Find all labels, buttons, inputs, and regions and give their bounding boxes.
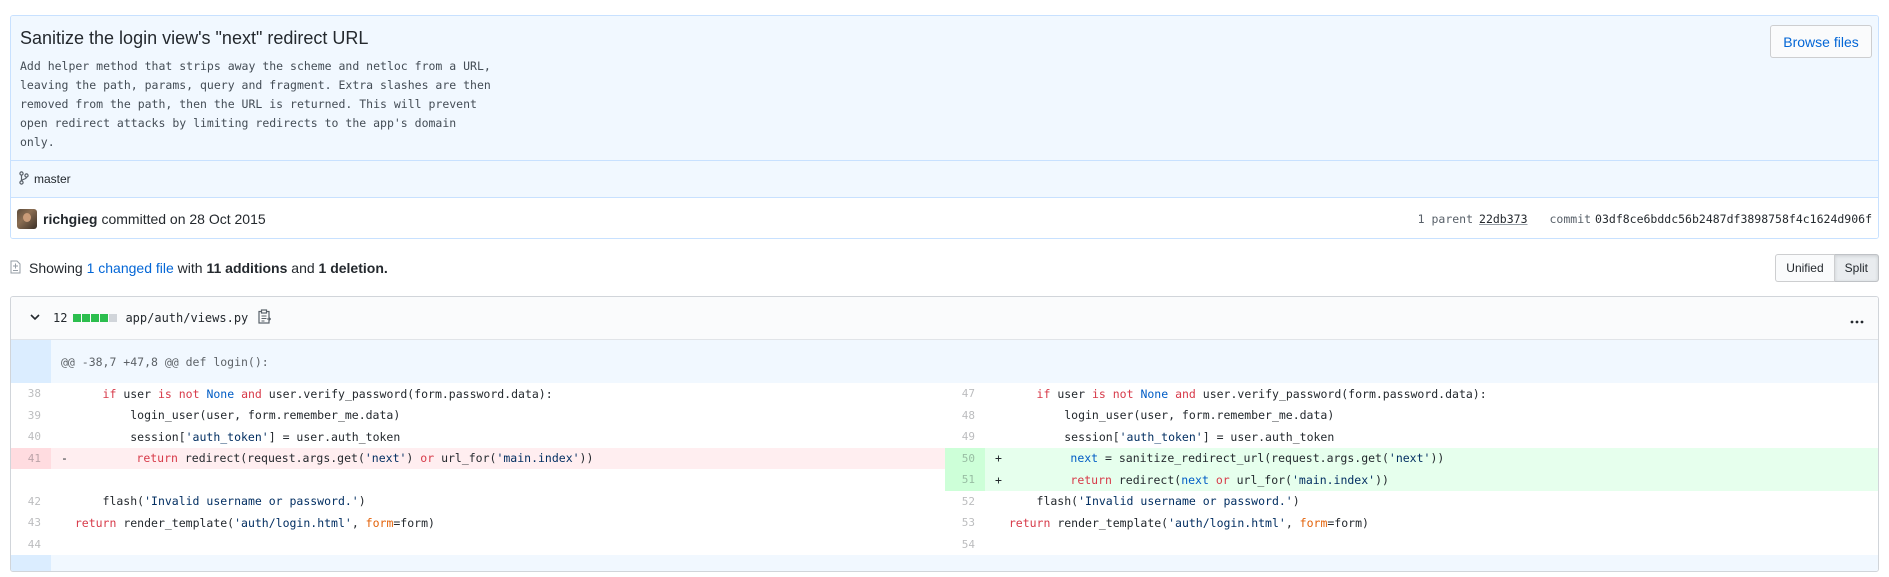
commit-description-line: Add helper method that strips away the s…: [20, 59, 491, 73]
code-line-empty: [51, 469, 945, 491]
hunk-footer-row: [11, 555, 1878, 571]
diff-row: 43 return render_template('auth/login.ht…: [11, 512, 1878, 534]
line-number-right[interactable]: 52: [945, 491, 985, 513]
diff-row: 38 if user is not None and user.verify_p…: [11, 383, 1878, 405]
author-link[interactable]: richgieg: [43, 211, 97, 227]
diff-row: 42 flash('Invalid username or password.'…: [11, 491, 1878, 513]
additions-count: 11 additions: [206, 260, 288, 276]
diff-row: 40 session['auth_token'] = user.auth_tok…: [11, 426, 1878, 448]
code-line-left: return render_template('auth/login.html'…: [74, 515, 435, 530]
commit-sha-block: 1 parent 22db373 commit 03df8ce6bddc56b24…: [1417, 198, 1873, 238]
branch-link[interactable]: master: [34, 172, 71, 186]
parent-label: 1 parent: [1417, 212, 1474, 226]
commit-description: Add helper method that strips away the s…: [20, 57, 491, 152]
line-number-left[interactable]: 40: [11, 426, 51, 448]
avatar[interactable]: [17, 208, 37, 229]
commit-sha: commit 03df8ce6bddc56b2487df3898758f4c162…: [1550, 212, 1873, 226]
commit-date: committed on 28 Oct 2015: [101, 210, 266, 227]
code-line-left: if user is not None and user.verify_pass…: [102, 386, 553, 401]
line-number-right[interactable]: 48: [945, 405, 985, 427]
change-count: 12: [53, 311, 68, 325]
code-line-added: + return redirect(next or url_for('main.…: [985, 469, 1878, 491]
code-line-left: session['auth_token'] = user.auth_token: [61, 429, 401, 444]
code-line-right: flash('Invalid username or password.'): [995, 494, 1300, 509]
commit-label: commit: [1549, 212, 1592, 226]
file-diff-icon: [10, 260, 21, 277]
diffstat-block-added: [82, 314, 91, 322]
commit-title: Sanitize the login view's "next" redirec…: [20, 28, 369, 48]
file-path-link[interactable]: app/auth/views.py: [125, 311, 248, 325]
diff-summary-toolbar: Showing 1 changed file with 11 additions…: [10, 253, 1879, 283]
line-number-right[interactable]: 49: [945, 426, 985, 448]
code-line-right: session['auth_token'] = user.auth_token: [995, 429, 1335, 444]
diff-summary: Showing 1 changed file with 11 additions…: [29, 260, 388, 276]
line-number-right-added[interactable]: 51: [945, 469, 985, 491]
diffstat-block-added: [73, 314, 82, 322]
code-line-added: + next = sanitize_redirect_url(request.a…: [985, 447, 1878, 469]
diff-row: 51 + return redirect(next or url_for('ma…: [11, 469, 1878, 491]
line-number-left[interactable]: 38: [11, 383, 51, 405]
split-button[interactable]: Split: [1834, 254, 1879, 282]
kebab-icon[interactable]: [1850, 311, 1864, 327]
diff-row: 41 - return redirect(request.args.get('n…: [11, 447, 1878, 469]
fold-icon[interactable]: [11, 555, 51, 571]
line-number-left-deleted[interactable]: 41: [11, 447, 51, 469]
clipboard-icon[interactable]: [258, 309, 272, 327]
hunk-header-row: @@ -38,7 +47,8 @@ def login():: [11, 340, 1878, 383]
unified-button[interactable]: Unified: [1775, 254, 1835, 282]
line-number-right[interactable]: 54: [945, 534, 985, 556]
branch-icon: [19, 170, 34, 188]
diffstat-block-neutral: [109, 314, 118, 322]
line-number-right[interactable]: 53: [945, 512, 985, 534]
code-line-right: if user is not None and user.verify_pass…: [1036, 386, 1487, 401]
code-line-left: login_user(user, form.remember_me.data): [61, 408, 401, 423]
parent-sha-link[interactable]: 22db373: [1479, 212, 1527, 226]
code-line-left: [51, 534, 945, 556]
diff-row: 44 54: [11, 534, 1878, 556]
commit-meta: richgieg committed on 28 Oct 2015 1 pare…: [11, 197, 1878, 238]
diff-table: @@ -38,7 +47,8 @@ def login(): 38 if use…: [11, 340, 1878, 571]
code-line-right: return render_template('auth/login.html'…: [1008, 515, 1369, 530]
diff-view-toggle: Unified Split: [1775, 254, 1879, 282]
commit-description-line: removed from the path, then the URL is r…: [20, 97, 477, 111]
line-number-right[interactable]: 47: [945, 383, 985, 405]
line-number-right-added[interactable]: 50: [945, 447, 985, 469]
summary-with: with: [177, 260, 203, 276]
code-line-left: flash('Invalid username or password.'): [61, 494, 366, 509]
commit-header: Sanitize the login view's "next" redirec…: [11, 16, 1878, 197]
summary-and: and: [291, 260, 315, 276]
diff-row: 39 login_user(user, form.remember_me.dat…: [11, 405, 1878, 427]
changed-files-link[interactable]: 1 changed file: [87, 260, 174, 276]
summary-showing: Showing: [29, 260, 83, 276]
diffstat-bar: [73, 314, 118, 322]
file-diff: 12 app/auth/views.py @@ -38,7 +47,8 @@ d…: [10, 296, 1879, 572]
hunk-header: @@ -38,7 +47,8 @@ def login():: [51, 340, 1878, 383]
commit-branches: master: [11, 160, 1878, 197]
commit-sha-value: 03df8ce6bddc56b2487df3898758f4c1624d906f: [1595, 212, 1872, 226]
code-line-right: login_user(user, form.remember_me.data): [995, 408, 1335, 423]
commit-description-line: leaving the path, params, query and frag…: [20, 78, 491, 92]
line-number-left-empty: [11, 469, 51, 491]
file-header: 12 app/auth/views.py: [11, 297, 1878, 340]
summary-period: .: [383, 260, 388, 276]
commit-description-line: only.: [20, 135, 55, 149]
line-number-left[interactable]: 39: [11, 405, 51, 427]
hunk-footer: [51, 555, 1878, 571]
chevron-down-icon[interactable]: [29, 310, 41, 326]
code-line-right: [985, 534, 1878, 556]
line-number-left[interactable]: 44: [11, 534, 51, 556]
line-number-left[interactable]: 42: [11, 491, 51, 513]
commit-description-line: open redirect attacks by limiting redire…: [20, 116, 457, 130]
diffstat-block-added: [91, 314, 100, 322]
browse-files-button[interactable]: Browse files: [1770, 25, 1872, 58]
deletions-count: 1 deletion: [318, 260, 384, 276]
diffstat-block-added: [100, 314, 109, 322]
commit-box: Sanitize the login view's "next" redirec…: [10, 15, 1879, 239]
unfold-icon[interactable]: [11, 340, 51, 383]
line-number-left[interactable]: 43: [11, 512, 51, 534]
code-line-deleted: - return redirect(request.args.get('next…: [51, 447, 945, 469]
